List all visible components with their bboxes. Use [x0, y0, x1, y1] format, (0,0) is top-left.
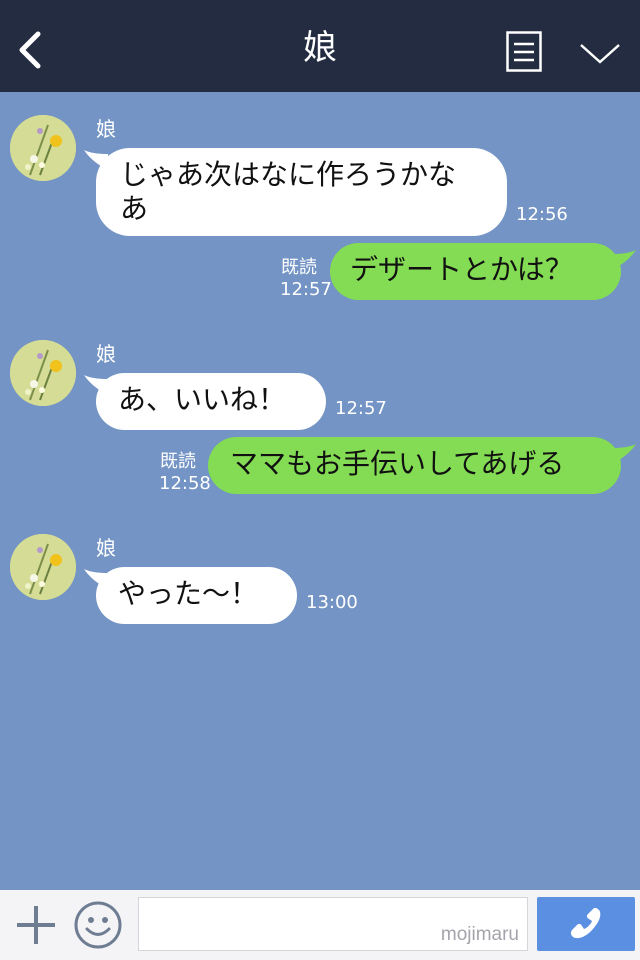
phone-icon: [570, 907, 601, 939]
sender-name: 娘: [96, 536, 116, 560]
read-receipt: 既読: [160, 451, 196, 472]
bubble-tail: [612, 250, 636, 270]
message-text-line: やった〜！: [118, 577, 259, 610]
sender-name: 娘: [96, 117, 116, 141]
message-time: 12:57: [335, 398, 387, 419]
bubble-tail: [612, 444, 636, 464]
call-button[interactable]: [537, 897, 635, 951]
message-text: ママもお手伝いしてあげる: [230, 447, 565, 480]
chat-title: 娘: [303, 28, 337, 68]
read-receipt: 既読: [281, 257, 317, 278]
avatar[interactable]: [10, 534, 76, 600]
flower-icon: [10, 340, 76, 406]
message-bubble[interactable]: あ、いいね！: [96, 373, 326, 430]
avatar[interactable]: [10, 115, 76, 181]
message-bubble[interactable]: ママもお手伝いしてあげる: [208, 437, 621, 494]
flower-icon: [10, 534, 76, 600]
menu-icon[interactable]: [506, 31, 542, 72]
watermark: mojimaru: [440, 924, 519, 945]
avatar[interactable]: [10, 340, 76, 406]
message-time: 12:58: [159, 473, 211, 494]
message-text-line: じゃあ次はなに作ろうかな: [120, 158, 457, 191]
message-text-line: あ、いいね！: [118, 383, 287, 416]
chat-header: 娘: [0, 0, 640, 92]
sender-name: 娘: [96, 342, 116, 366]
smile-icon[interactable]: [73, 900, 123, 950]
chevron-down-icon[interactable]: [578, 38, 622, 68]
message-time: 12:57: [280, 279, 332, 300]
message-input[interactable]: mojimaru: [138, 897, 528, 951]
message-bubble[interactable]: デザートとかは？: [330, 243, 621, 300]
message-text-line: あ: [120, 192, 149, 225]
message-time: 13:00: [306, 592, 358, 613]
message-text: デザートとかは？: [350, 253, 573, 286]
flower-icon: [10, 115, 76, 181]
message-bubble[interactable]: じゃあ次はなに作ろうかな あ: [96, 148, 507, 236]
message-time: 12:56: [516, 204, 568, 225]
message-bubble[interactable]: やった〜！: [96, 567, 297, 624]
plus-icon[interactable]: [14, 903, 58, 947]
